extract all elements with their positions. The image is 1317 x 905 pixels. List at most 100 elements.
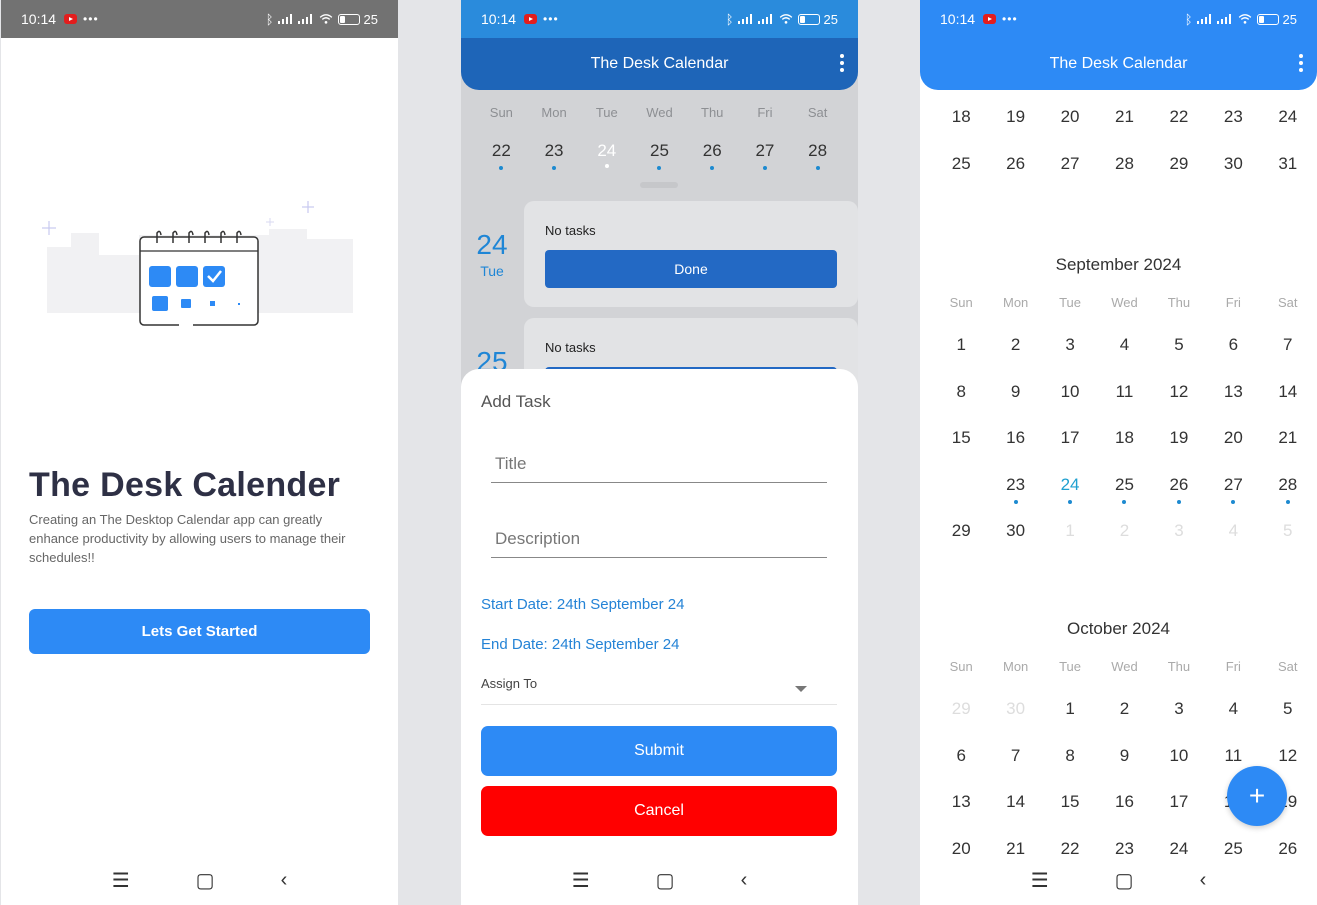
menu-icon[interactable]: ☰ xyxy=(112,868,130,893)
start-date-picker[interactable]: Start Date: 24th September 24 xyxy=(481,596,684,613)
weekday-label: Tue xyxy=(1059,295,1082,310)
calendar-day[interactable]: 4 xyxy=(1097,330,1151,377)
calendar-day[interactable]: 8 xyxy=(934,377,988,424)
add-task-fab[interactable]: + xyxy=(1227,766,1287,826)
calendar-day[interactable]: 18 xyxy=(934,102,988,149)
get-started-button[interactable]: Lets Get Started xyxy=(29,609,370,654)
week-day[interactable]: 23 xyxy=(528,136,581,170)
week-day[interactable]: 22 xyxy=(475,136,528,170)
title-field[interactable]: Title xyxy=(491,446,827,483)
done-button[interactable]: Done xyxy=(545,250,837,288)
calendar-day[interactable]: 18 xyxy=(1097,423,1151,470)
home-icon[interactable]: ▢ xyxy=(656,868,675,893)
calendar-day[interactable]: 1 xyxy=(934,330,988,377)
back-icon[interactable]: ‹ xyxy=(741,869,748,892)
week-day[interactable]: 26 xyxy=(686,136,739,170)
calendar-day[interactable]: 17 xyxy=(1152,787,1206,834)
calendar-day[interactable]: 16 xyxy=(988,423,1042,470)
week-day-selected[interactable]: 24 xyxy=(580,136,633,168)
back-icon[interactable]: ‹ xyxy=(281,869,288,892)
calendar-day[interactable]: 5 xyxy=(1261,694,1315,741)
youtube-icon xyxy=(983,14,997,24)
calendar-day[interactable]: 30 xyxy=(988,516,1042,563)
calendar-day[interactable]: 23 xyxy=(1206,102,1260,149)
calendar-day[interactable]: 30 xyxy=(1206,149,1260,196)
calendar-day[interactable]: 27 xyxy=(1043,149,1097,196)
calendar-day[interactable]: 12 xyxy=(1152,377,1206,424)
calendar-day-with-task[interactable]: 27 xyxy=(1206,470,1260,517)
calendar-day[interactable]: 20 xyxy=(1206,423,1260,470)
back-icon[interactable]: ‹ xyxy=(1200,869,1207,892)
calendar-day[interactable]: 7 xyxy=(988,741,1042,788)
calendar-day[interactable]: 6 xyxy=(1206,330,1260,377)
calendar-day[interactable]: 13 xyxy=(1206,377,1260,424)
calendar-day[interactable]: 11 xyxy=(1097,377,1151,424)
calendar-day[interactable]: 2 xyxy=(988,330,1042,377)
calendar-day-with-task[interactable]: 26 xyxy=(1152,470,1206,517)
onboarding-title: The Desk Calender xyxy=(29,466,341,504)
calendar-day[interactable]: 25 xyxy=(934,149,988,196)
end-date-picker[interactable]: End Date: 24th September 24 xyxy=(481,636,679,653)
calendar-day[interactable]: 17 xyxy=(1043,423,1097,470)
calendar-day-with-task[interactable]: 28 xyxy=(1261,470,1315,517)
calendar-day[interactable]: 13 xyxy=(934,787,988,834)
calendar-day[interactable]: 19 xyxy=(1152,423,1206,470)
calendar-day[interactable]: 5 xyxy=(1152,330,1206,377)
calendar-day-selected[interactable]: 22 xyxy=(934,468,988,517)
bluetooth-icon: ᛒ xyxy=(1184,11,1193,27)
calendar-day[interactable]: 22 xyxy=(1152,102,1206,149)
week-day[interactable]: 27 xyxy=(739,136,792,170)
calendar-day[interactable]: 29 xyxy=(934,516,988,563)
app-title: The Desk Calendar xyxy=(590,55,729,72)
calendar-day[interactable]: 9 xyxy=(988,377,1042,424)
calendar-day-outside: 29 xyxy=(951,699,971,718)
calendar-day[interactable]: 29 xyxy=(1152,149,1206,196)
calendar-day[interactable]: 2 xyxy=(1097,694,1151,741)
calendar-day-with-task[interactable]: 23 xyxy=(988,470,1042,517)
calendar-day[interactable]: 8 xyxy=(1043,741,1097,788)
more-options-icon[interactable] xyxy=(840,54,844,72)
calendar-day[interactable]: 20 xyxy=(1043,102,1097,149)
calendar-day[interactable]: 4 xyxy=(1206,694,1260,741)
more-options-icon[interactable] xyxy=(1299,54,1303,72)
calendar-day[interactable]: 15 xyxy=(934,423,988,470)
weekday-label: Wed xyxy=(646,105,673,120)
calendar-day[interactable]: 21 xyxy=(1261,423,1315,470)
home-icon[interactable]: ▢ xyxy=(1115,868,1134,893)
calendar-day-with-task[interactable]: 25 xyxy=(1097,470,1151,517)
calendar-day[interactable]: 19 xyxy=(988,102,1042,149)
menu-icon[interactable]: ☰ xyxy=(1031,868,1049,893)
calendar-day[interactable]: 15 xyxy=(1043,787,1097,834)
week-day[interactable]: 28 xyxy=(791,136,844,170)
calendar-day[interactable]: 26 xyxy=(988,149,1042,196)
calendar-day[interactable]: 24 xyxy=(1261,102,1315,149)
calendar-day[interactable]: 16 xyxy=(1097,787,1151,834)
calendar-day[interactable]: 10 xyxy=(1043,377,1097,424)
weekday-label: Thu xyxy=(1167,295,1191,310)
calendar-day[interactable]: 6 xyxy=(934,741,988,788)
calendar-day[interactable]: 3 xyxy=(1043,330,1097,377)
signal-icon xyxy=(277,14,292,24)
cancel-button[interactable]: Cancel xyxy=(481,786,837,836)
description-field[interactable]: Description xyxy=(491,521,827,558)
app-title: The Desk Calendar xyxy=(1049,55,1188,72)
calendar-day[interactable]: 10 xyxy=(1152,741,1206,788)
calendar-day[interactable]: 3 xyxy=(1152,694,1206,741)
calendar-day[interactable]: 7 xyxy=(1261,330,1315,377)
drag-handle[interactable] xyxy=(640,182,678,188)
submit-button[interactable]: Submit xyxy=(481,726,837,776)
calendar-day[interactable]: 31 xyxy=(1261,149,1315,196)
status-bar: 10:14 ••• ᛒ 25 xyxy=(461,0,858,38)
calendar-day[interactable]: 1 xyxy=(1043,694,1097,741)
calendar-day-today[interactable]: 24 xyxy=(1043,470,1097,517)
calendar-day[interactable]: 14 xyxy=(1261,377,1315,424)
calendar-day[interactable]: 28 xyxy=(1097,149,1151,196)
assign-to-dropdown[interactable]: Assign To xyxy=(481,668,837,705)
menu-icon[interactable]: ☰ xyxy=(572,868,590,893)
week-day[interactable]: 25 xyxy=(633,136,686,170)
calendar-day[interactable]: 21 xyxy=(1097,102,1151,149)
dropdown-caret-icon xyxy=(795,686,807,692)
calendar-day[interactable]: 14 xyxy=(988,787,1042,834)
calendar-day[interactable]: 9 xyxy=(1097,741,1151,788)
home-icon[interactable]: ▢ xyxy=(196,868,215,893)
